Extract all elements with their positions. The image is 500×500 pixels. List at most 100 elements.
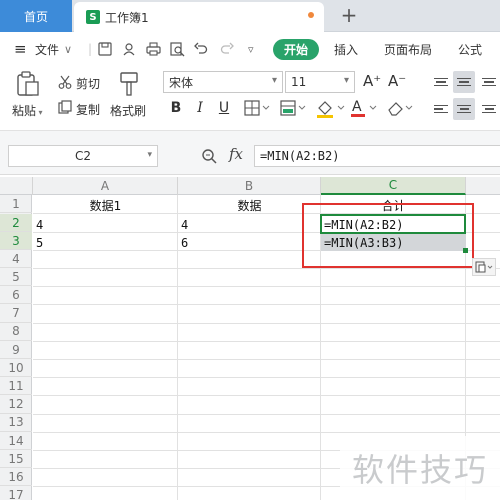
- copy-button[interactable]: 复制: [76, 101, 100, 118]
- cell-b3[interactable]: 6: [179, 234, 321, 252]
- paste-label: 粘贴: [12, 104, 37, 118]
- chevron-down-icon: ∨: [64, 42, 73, 56]
- gridline: [33, 286, 500, 288]
- column-header-c[interactable]: C: [321, 177, 466, 195]
- chevron-down-icon: ▾: [147, 150, 152, 160]
- row-header-11[interactable]: 11: [0, 377, 32, 396]
- row-header-6[interactable]: 6: [0, 286, 32, 305]
- row-header-13[interactable]: 13: [0, 414, 32, 432]
- redo-icon[interactable]: [218, 40, 236, 58]
- row-header-3[interactable]: 3: [0, 232, 32, 250]
- print-preview-icon[interactable]: [168, 40, 186, 58]
- menu-file[interactable]: 文件 ∨: [35, 33, 72, 65]
- paste-options-icon[interactable]: [472, 258, 496, 276]
- row-header-15[interactable]: 15: [0, 450, 32, 469]
- format-painter-button[interactable]: 格式刷: [110, 102, 146, 119]
- paste-button[interactable]: 粘贴 ▾: [12, 102, 43, 119]
- copy-icon[interactable]: [58, 100, 72, 117]
- print-icon[interactable]: [144, 40, 162, 58]
- menu-row: ≡ 文件 ∨ | ▿ 开始 插入 页面布局 公式: [0, 33, 500, 65]
- ribbon: 粘贴 ▾ 剪切 复制 格式刷 宋体 ▾ 11 ▾ A⁺ A⁻: [0, 65, 500, 131]
- cell-a3[interactable]: 5: [34, 234, 178, 252]
- align-bottom-icon[interactable]: [478, 71, 500, 93]
- share-icon[interactable]: [120, 40, 138, 58]
- row-header-16[interactable]: 16: [0, 468, 32, 487]
- row-header-14[interactable]: 14: [0, 432, 32, 450]
- gridline: [33, 322, 500, 324]
- new-tab-button[interactable]: +: [338, 3, 360, 27]
- fx-icon[interactable]: fx: [229, 145, 243, 163]
- hamburger-icon[interactable]: ≡: [14, 33, 27, 65]
- align-left-icon[interactable]: [430, 98, 452, 120]
- tab-workbook-label: 工作簿1: [105, 10, 149, 25]
- gridline: [33, 304, 500, 306]
- font-color-icon[interactable]: A: [350, 98, 380, 121]
- align-top-icon[interactable]: [430, 71, 452, 93]
- cell-b2[interactable]: 4: [179, 216, 321, 234]
- column-header-a[interactable]: A: [33, 177, 178, 195]
- cell-a1[interactable]: 数据1: [33, 196, 178, 214]
- row-header-8[interactable]: 8: [0, 323, 32, 341]
- font-size-value: 11: [291, 75, 307, 89]
- italic-button[interactable]: I: [190, 98, 210, 118]
- format-painter-icon[interactable]: [118, 71, 140, 100]
- scissors-icon[interactable]: [58, 75, 72, 92]
- gridline: [33, 377, 500, 379]
- fill-color-icon[interactable]: [316, 100, 346, 121]
- tab-bar: 首页 S 工作簿1 +: [0, 0, 500, 32]
- cell-a2[interactable]: 4: [34, 216, 178, 234]
- font-name-value: 宋体: [169, 75, 194, 90]
- row-header-2[interactable]: 2: [0, 214, 32, 232]
- formula-input[interactable]: =MIN(A2:B2): [254, 145, 500, 167]
- shrink-font-button[interactable]: A⁻: [388, 72, 406, 90]
- undo-icon[interactable]: [192, 40, 210, 58]
- underline-button[interactable]: U: [214, 98, 234, 118]
- formula-bar: C2 ▾ fx =MIN(A2:B2): [0, 131, 500, 175]
- gridline: [33, 413, 500, 415]
- row-header-9[interactable]: 9: [0, 341, 32, 359]
- row-header-17[interactable]: 17: [0, 487, 32, 500]
- save-icon[interactable]: [96, 40, 114, 58]
- unsaved-dot-icon: [308, 12, 314, 18]
- font-size-select[interactable]: 11 ▾: [285, 71, 355, 93]
- tab-home[interactable]: 首页: [0, 0, 72, 32]
- tab-insert[interactable]: 插入: [334, 33, 358, 65]
- gridline: [33, 431, 500, 433]
- tab-formula[interactable]: 公式: [458, 33, 482, 65]
- zoom-search-icon[interactable]: [201, 148, 217, 167]
- row-header-12[interactable]: 12: [0, 396, 32, 414]
- eraser-icon[interactable]: [386, 100, 416, 119]
- row-header-7[interactable]: 7: [0, 305, 32, 323]
- align-center-icon[interactable]: [453, 98, 475, 120]
- gridline: [33, 268, 500, 269]
- row-header-5[interactable]: 5: [0, 268, 32, 287]
- chevron-down-icon: ▾: [343, 75, 349, 86]
- name-box[interactable]: C2 ▾: [8, 145, 158, 167]
- bold-button[interactable]: B: [166, 98, 186, 118]
- align-middle-icon[interactable]: [453, 71, 475, 93]
- select-all-corner[interactable]: [0, 177, 33, 195]
- tab-page-layout[interactable]: 页面布局: [384, 33, 432, 65]
- column-headers: A B C: [0, 177, 500, 195]
- more-dropdown-icon[interactable]: ▿: [248, 33, 254, 65]
- align-right-icon[interactable]: [478, 98, 500, 120]
- row-header-10[interactable]: 10: [0, 359, 32, 378]
- font-name-select[interactable]: 宋体 ▾: [163, 71, 283, 93]
- gridline: [33, 395, 500, 397]
- cut-button[interactable]: 剪切: [76, 75, 100, 92]
- divider: |: [88, 42, 93, 56]
- row-header-4[interactable]: 4: [0, 250, 32, 268]
- menu-file-label: 文件: [35, 42, 60, 57]
- borders-icon[interactable]: [244, 100, 270, 119]
- grow-font-button[interactable]: A⁺: [363, 72, 381, 90]
- gridline: [33, 340, 500, 342]
- column-header-b[interactable]: B: [178, 177, 321, 195]
- tab-workbook[interactable]: S 工作簿1: [74, 2, 324, 32]
- highlight-annotation-box: [302, 203, 474, 268]
- cell-b1[interactable]: 数据: [178, 196, 321, 214]
- row-header-1[interactable]: 1: [0, 195, 32, 213]
- cell-style-icon[interactable]: [280, 100, 306, 119]
- tab-start[interactable]: 开始: [273, 39, 319, 60]
- paste-icon[interactable]: [16, 71, 40, 100]
- chevron-down-icon: ▾: [271, 75, 277, 86]
